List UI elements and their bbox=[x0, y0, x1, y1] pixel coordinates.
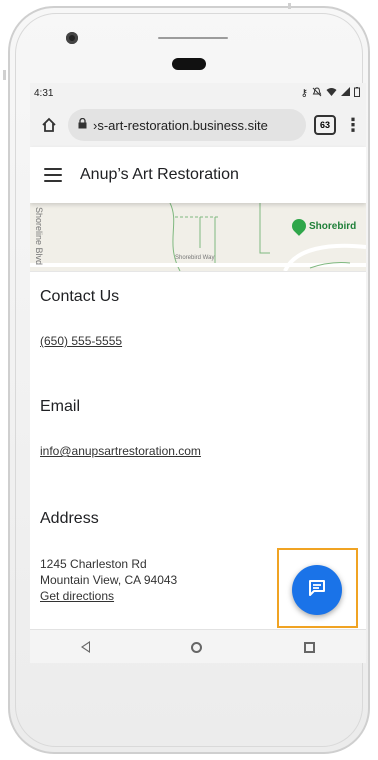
speaker bbox=[172, 58, 206, 70]
recents-icon[interactable] bbox=[304, 641, 316, 653]
phone-side-button-top bbox=[288, 3, 291, 9]
system-nav-bar bbox=[30, 629, 366, 663]
map-pin-icon bbox=[289, 216, 309, 236]
notifications-off-icon bbox=[312, 86, 322, 100]
phone-link[interactable]: (650) 555-5555 bbox=[40, 334, 356, 348]
site-header: Anup’s Art Restoration bbox=[30, 147, 366, 203]
email-link[interactable]: info@anupsartrestoration.com bbox=[40, 444, 356, 458]
browser-toolbar: ›s-art-restoration.business.site 63 ⋮ bbox=[30, 103, 366, 147]
wifi-icon bbox=[326, 87, 337, 99]
map[interactable]: Shoreline Blvd Shorebird Way Shorebird bbox=[30, 203, 366, 272]
status-icons: ⚷ bbox=[300, 86, 360, 100]
url-bar[interactable]: ›s-art-restoration.business.site bbox=[68, 109, 306, 141]
signal-icon bbox=[341, 87, 350, 99]
status-bar: 4:31 ⚷ bbox=[30, 83, 366, 103]
key-icon: ⚷ bbox=[300, 87, 308, 99]
lock-icon bbox=[78, 117, 87, 132]
chat-button[interactable] bbox=[292, 565, 342, 615]
tab-switcher-button[interactable]: 63 bbox=[314, 115, 336, 135]
address-heading: Address bbox=[40, 510, 99, 527]
earpiece bbox=[158, 37, 228, 39]
map-street-label: Shoreline Blvd bbox=[34, 207, 44, 266]
home-circle-icon[interactable] bbox=[191, 641, 203, 653]
map-street-label-horizontal: Shorebird Way bbox=[175, 255, 215, 261]
status-time: 4:31 bbox=[34, 87, 54, 99]
battery-icon bbox=[354, 86, 360, 100]
front-camera bbox=[66, 32, 78, 44]
overflow-menu-button[interactable]: ⋮ bbox=[344, 116, 362, 134]
phone-side-button-left bbox=[3, 70, 6, 80]
chat-icon bbox=[307, 579, 327, 602]
map-poi[interactable]: Shorebird bbox=[289, 216, 357, 236]
url-text: ›s-art-restoration.business.site bbox=[93, 117, 268, 133]
home-icon[interactable] bbox=[38, 117, 60, 133]
map-poi-label: Shorebird bbox=[309, 220, 357, 232]
contact-heading: Contact Us bbox=[40, 288, 120, 305]
back-icon[interactable] bbox=[80, 641, 90, 653]
email-heading: Email bbox=[40, 398, 81, 415]
site-title: Anup’s Art Restoration bbox=[80, 166, 239, 183]
screen: 4:31 ⚷ ›s-art-restoration.business.site … bbox=[30, 83, 366, 663]
hamburger-icon[interactable] bbox=[44, 168, 62, 182]
